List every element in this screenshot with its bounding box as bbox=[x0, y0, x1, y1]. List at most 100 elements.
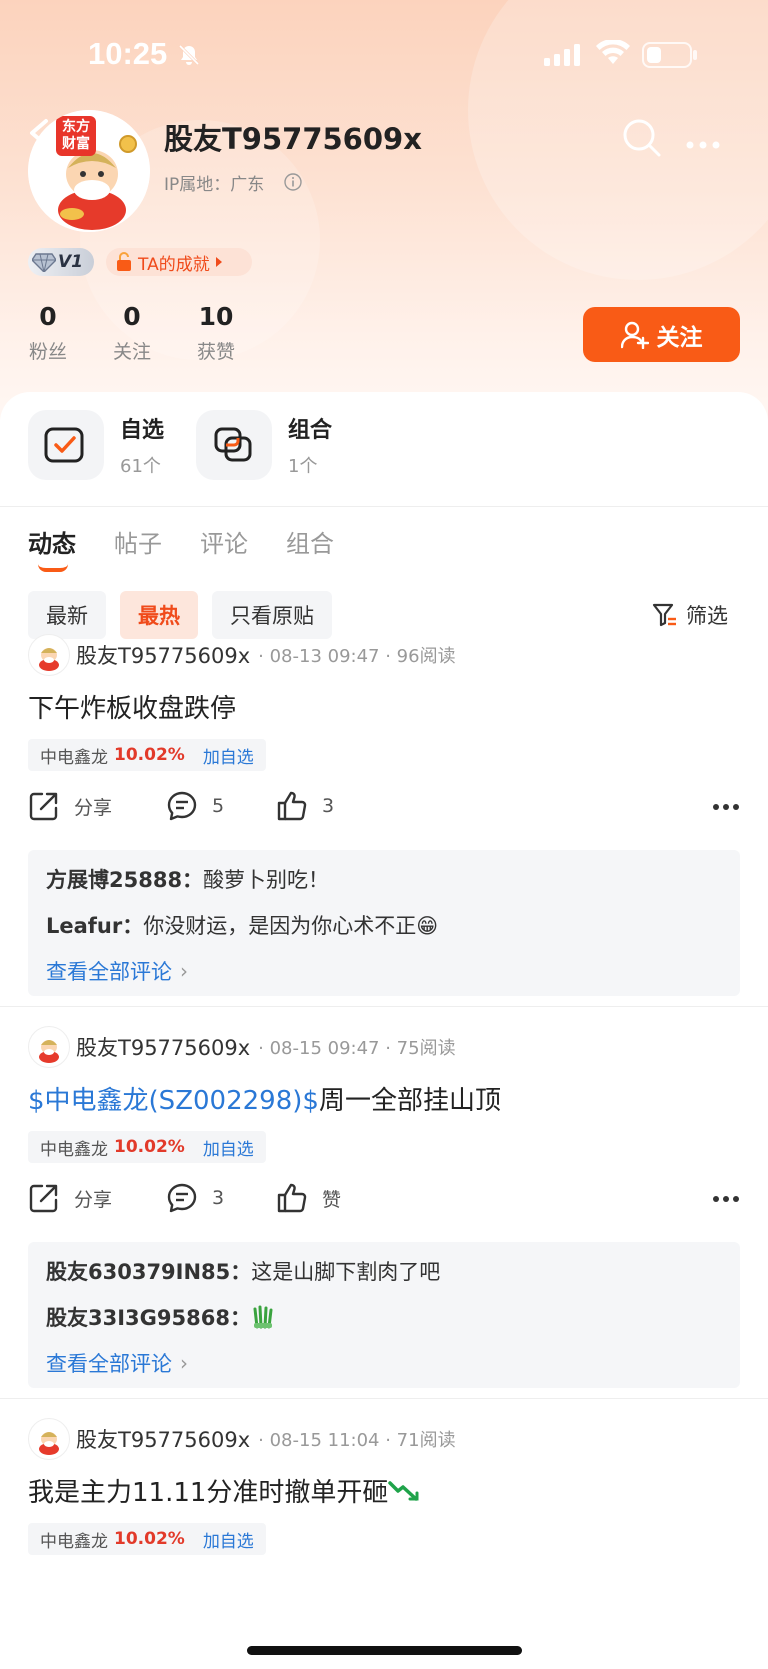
tab-activity[interactable]: 动态 bbox=[28, 524, 76, 572]
filter-original-only[interactable]: 只看原贴 bbox=[212, 591, 332, 639]
stat-likes[interactable]: 10 获赞 bbox=[186, 302, 246, 364]
post-more-icon[interactable] bbox=[712, 1188, 740, 1207]
share-button[interactable]: 分享 bbox=[28, 1182, 166, 1214]
post-actions: 分享 5 3 bbox=[28, 790, 740, 822]
caishen-avatar-icon bbox=[39, 1432, 59, 1455]
share-button[interactable]: 分享 bbox=[28, 790, 166, 822]
post-author-row: 股友T95775609x · 08-13 09:47 · 96阅读 bbox=[28, 634, 456, 676]
add-watchlist-link[interactable]: 加自选 bbox=[203, 1135, 254, 1160]
profile-avatar[interactable]: 东方财富 bbox=[28, 110, 150, 232]
avatar-brand-tag: 东方财富 bbox=[56, 116, 96, 156]
post-body: 我是主力11.11分准时撤单开砸 bbox=[28, 1472, 420, 1509]
home-indicator bbox=[247, 1646, 522, 1655]
tab-comments[interactable]: 评论 bbox=[200, 524, 248, 559]
author-name[interactable]: 股友T95775609x bbox=[76, 640, 250, 670]
like-label: 赞 bbox=[322, 1188, 342, 1211]
author-name[interactable]: 股友T95775609x bbox=[76, 1032, 250, 1062]
comment-count: 5 bbox=[212, 795, 225, 817]
stock-tag[interactable]: 中电鑫龙 10.02% 加自选 bbox=[28, 1131, 266, 1163]
tab-posts[interactable]: 帖子 bbox=[114, 524, 162, 559]
tab-portfolio[interactable]: 组合 bbox=[286, 524, 334, 559]
post-divider bbox=[0, 1398, 768, 1399]
sort-filters: 最新 最热 只看原贴 bbox=[28, 591, 346, 639]
cellular-signal-icon bbox=[544, 44, 582, 70]
view-all-label: 查看全部评论 bbox=[46, 960, 172, 984]
comment-author[interactable]: 股友630379IN85： bbox=[46, 1260, 251, 1284]
achievement-badge[interactable]: TA的成就 bbox=[106, 248, 252, 276]
post-author-row: 股友T95775609x · 08-15 09:47 · 75阅读 bbox=[28, 1026, 456, 1068]
view-all-comments-link[interactable]: 查看全部评论 › bbox=[46, 1348, 722, 1378]
author-name[interactable]: 股友T95775609x bbox=[76, 1424, 250, 1454]
overlap-squares-icon bbox=[214, 427, 252, 462]
like-button[interactable]: 3 bbox=[276, 790, 334, 822]
stat-fans[interactable]: 0 粉丝 bbox=[18, 302, 78, 364]
tab-label: 评论 bbox=[200, 530, 248, 558]
post-more-icon[interactable] bbox=[712, 796, 740, 815]
comment-button[interactable]: 3 bbox=[166, 1182, 276, 1214]
add-watchlist-link[interactable]: 加自选 bbox=[203, 743, 254, 768]
stock-tag[interactable]: 中电鑫龙 10.02% 加自选 bbox=[28, 1523, 266, 1555]
follow-button[interactable]: 关注 bbox=[583, 307, 740, 362]
achievement-label: TA的成就 bbox=[138, 254, 210, 275]
comment-item: 股友33I3G95868： bbox=[46, 1302, 722, 1332]
stat-value: 10 bbox=[198, 302, 234, 331]
status-bar: 10:25 bbox=[0, 0, 768, 110]
author-avatar[interactable] bbox=[28, 1026, 70, 1068]
post-meta: · 08-13 09:47 · 96阅读 bbox=[258, 646, 456, 667]
stock-name: 中电鑫龙 bbox=[40, 1139, 108, 1160]
share-label: 分享 bbox=[74, 796, 113, 819]
filter-latest[interactable]: 最新 bbox=[28, 591, 106, 639]
funnel-icon bbox=[652, 603, 676, 627]
view-all-comments-link[interactable]: 查看全部评论 › bbox=[46, 956, 722, 986]
add-watchlist-link[interactable]: 加自选 bbox=[203, 1527, 254, 1552]
search-icon[interactable] bbox=[622, 118, 662, 162]
quick-link-count: 1个 bbox=[288, 456, 318, 477]
level-badge[interactable]: V1 bbox=[28, 248, 94, 276]
stock-cashtag-link[interactable]: $中电鑫龙(SZ002298)$ bbox=[28, 1086, 319, 1116]
chevron-right-icon: › bbox=[180, 959, 188, 983]
comment-button[interactable]: 5 bbox=[166, 790, 276, 822]
filter-button[interactable]: 筛选 bbox=[652, 591, 728, 639]
share-label: 分享 bbox=[74, 1188, 113, 1211]
like-button[interactable]: 赞 bbox=[276, 1182, 341, 1214]
leek-emoji-icon bbox=[253, 1305, 273, 1329]
level-badge-label: V1 bbox=[58, 252, 83, 272]
comment-author[interactable]: 方展博25888： bbox=[46, 868, 203, 892]
post-item[interactable]: 股友T95775609x · 08-13 09:47 · 96阅读 下午炸板收盘… bbox=[0, 634, 768, 1006]
author-avatar[interactable] bbox=[28, 634, 70, 676]
stat-following[interactable]: 0 关注 bbox=[102, 302, 162, 364]
chevron-right-icon: › bbox=[180, 1351, 188, 1375]
author-avatar[interactable] bbox=[28, 1418, 70, 1460]
comment-author[interactable]: Leafur： bbox=[46, 914, 143, 938]
view-all-label: 查看全部评论 bbox=[46, 1352, 172, 1376]
post-divider bbox=[0, 1006, 768, 1007]
filter-button-label: 筛选 bbox=[686, 604, 728, 628]
comment-preview[interactable]: 方展博25888：酸萝卜别吃！ Leafur：你没财运，是因为你心术不正😁 查看… bbox=[28, 850, 740, 996]
comment-item: 方展博25888：酸萝卜别吃！ bbox=[46, 864, 722, 894]
post-body-text: 我是主力11.11分准时撤单开砸 bbox=[28, 1478, 389, 1508]
stock-tag[interactable]: 中电鑫龙 10.02% 加自选 bbox=[28, 739, 266, 771]
content-card: 自选 61个 组合 1个 动态 帖子 评论 组合 最新 最热 只看原贴 筛选 股… bbox=[0, 392, 768, 1669]
post-item[interactable]: 股友T95775609x · 08-15 11:04 · 71阅读 我是主力11… bbox=[0, 1418, 768, 1568]
ip-location: IP属地：广东 bbox=[164, 175, 265, 195]
post-item[interactable]: 股友T95775609x · 08-15 09:47 · 75阅读 $中电鑫龙(… bbox=[0, 1026, 768, 1398]
comment-preview[interactable]: 股友630379IN85：这是山脚下割肉了吧 股友33I3G95868： 查看全… bbox=[28, 1242, 740, 1388]
info-icon[interactable] bbox=[284, 173, 302, 195]
caishen-avatar-icon bbox=[39, 1040, 59, 1063]
comment-item: 股友630379IN85：这是山脚下割肉了吧 bbox=[46, 1256, 722, 1286]
bell-off-icon bbox=[178, 44, 200, 70]
quick-link-watchlist[interactable]: 自选 61个 bbox=[28, 410, 164, 480]
filter-hot[interactable]: 最热 bbox=[120, 591, 198, 639]
watchlist-icon-box bbox=[28, 410, 104, 480]
comment-item: Leafur：你没财运，是因为你心术不正😁 bbox=[46, 910, 722, 940]
post-body: 下午炸板收盘跌停 bbox=[28, 694, 237, 724]
more-options-icon[interactable] bbox=[686, 134, 720, 153]
comment-author[interactable]: 股友33I3G95868： bbox=[46, 1302, 251, 1332]
comment-text: 酸萝卜别吃！ bbox=[203, 868, 330, 892]
stat-value: 0 bbox=[39, 302, 57, 331]
caishen-avatar-icon bbox=[39, 648, 59, 671]
portfolio-icon-box bbox=[196, 410, 272, 480]
quick-link-portfolio[interactable]: 组合 1个 bbox=[196, 410, 332, 480]
post-actions: 分享 3 赞 bbox=[28, 1182, 740, 1214]
lock-icon bbox=[117, 252, 131, 271]
